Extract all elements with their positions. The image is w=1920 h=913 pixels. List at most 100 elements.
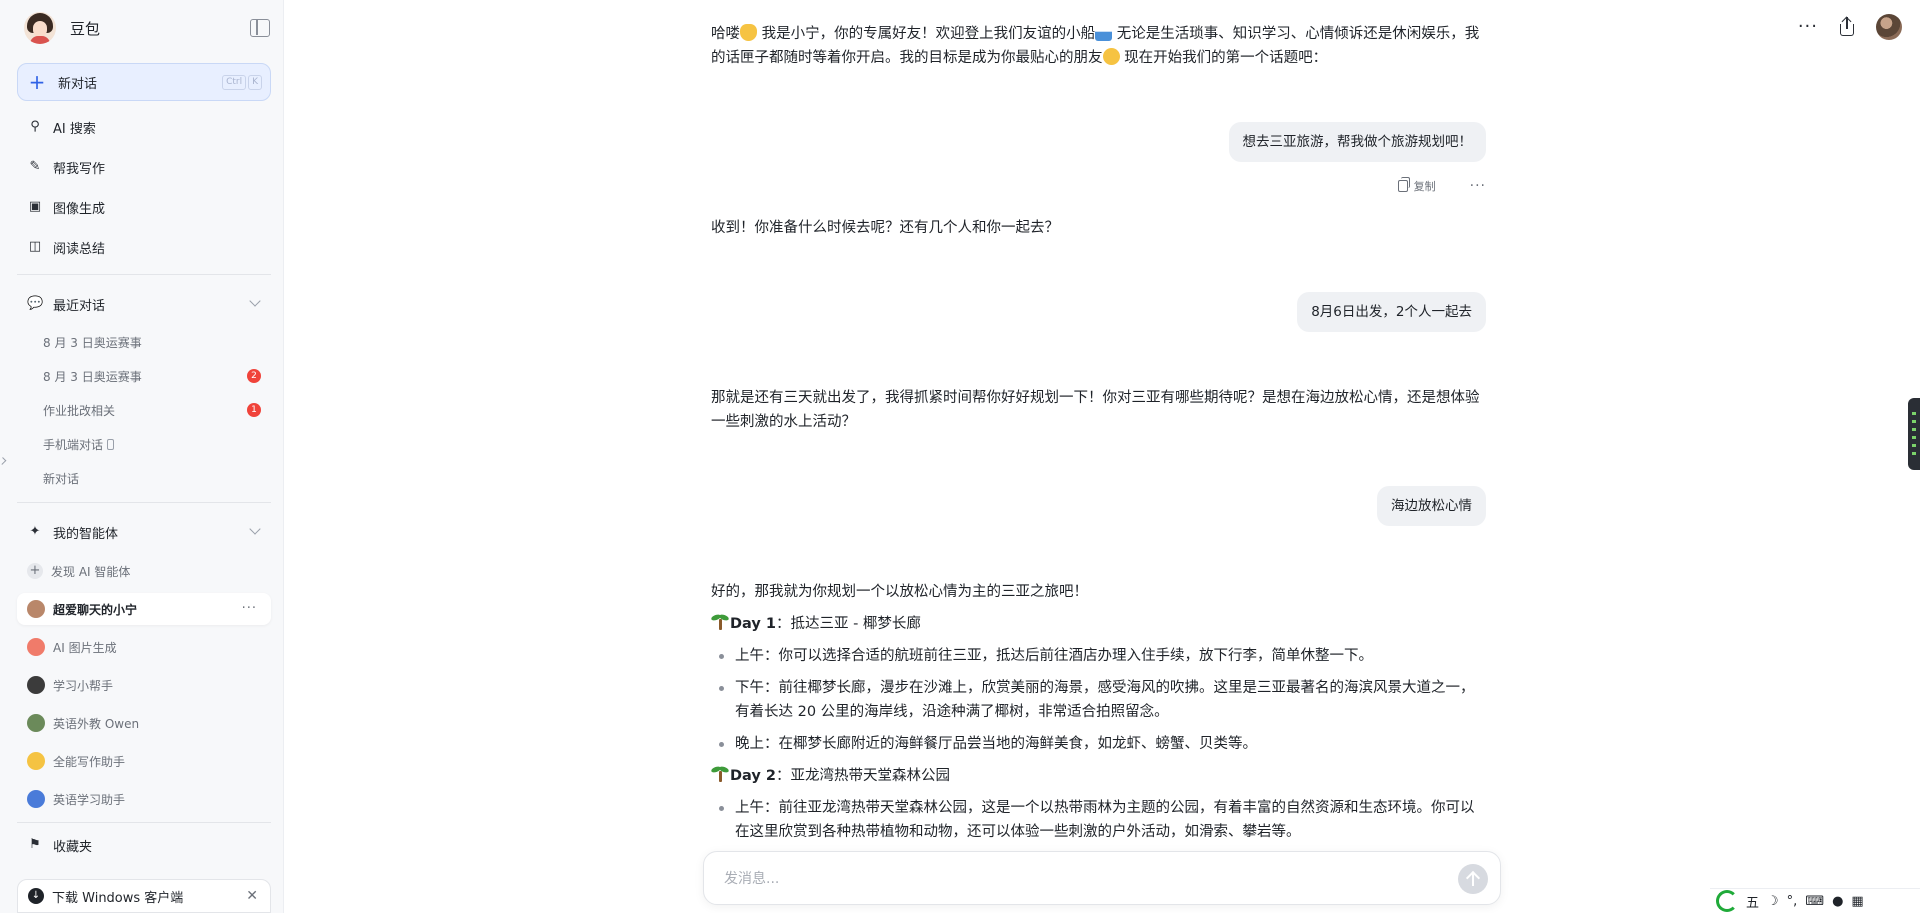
divider	[17, 274, 271, 275]
phone-icon	[107, 438, 115, 450]
plus-icon: +	[28, 70, 46, 94]
list-item-text: 上午：前往亚龙湾热带天堂森林公园，这是一个以热带雨林为主题的公园，有着丰富的自然…	[735, 800, 1475, 840]
chat-bubble-icon: 💬	[27, 296, 44, 311]
nav-reading-label: 阅读总结	[53, 241, 106, 257]
sparkle-icon: ✦	[29, 524, 41, 539]
recent-item[interactable]: 作业批改相关 1	[43, 398, 271, 422]
agent-avatar	[27, 600, 45, 618]
ime-logo-icon[interactable]	[1716, 890, 1738, 912]
agents-section-toggle[interactable]: ✦ 我的智能体	[17, 516, 271, 548]
agent-label: 全能写作助手	[53, 754, 126, 769]
more-icon[interactable]: ···	[1470, 178, 1486, 194]
day-heading: Day 1：抵达三亚 - 椰梦长廊	[710, 612, 921, 636]
shortcut-hint: Ctrl K	[222, 75, 262, 90]
shortcut-key-ctrl: Ctrl	[222, 75, 247, 90]
agent-item-study-helper[interactable]: 学习小帮手	[17, 669, 271, 701]
punctuation-icon[interactable]: °,	[1787, 894, 1798, 909]
user-message-text: 8月6日出发，2个人一起去	[1311, 304, 1472, 320]
side-volume-widget[interactable]	[1908, 398, 1920, 470]
recent-item-label: 手机端对话	[43, 437, 104, 452]
boat-emoji-icon	[1095, 24, 1113, 41]
recent-item[interactable]: 8 月 3 日奥运赛事	[43, 330, 271, 354]
recent-item[interactable]: 8 月 3 日奥运赛事 2	[43, 364, 271, 388]
agent-label: 英语外教 Owen	[53, 716, 140, 731]
nav-reading[interactable]: ◫ 阅读总结	[17, 231, 271, 263]
agent-item-image-gen[interactable]: AI 图片生成	[17, 631, 271, 663]
image-icon: ▣	[28, 199, 42, 214]
bot-message: 收到！你准备什么时候去呢？还有几个人和你一起去？	[711, 216, 1487, 240]
agent-avatar	[27, 714, 45, 732]
bot-message-text: 收到！你准备什么时候去呢？还有几个人和你一起去？	[711, 220, 1059, 236]
system-tray: 五 ☽ °, ⌨ ● ▦	[1710, 888, 1920, 913]
recent-item[interactable]: 手机端对话	[43, 432, 271, 456]
grid-icon[interactable]: ▦	[1851, 894, 1863, 909]
bookmark-icon: ⚑	[29, 837, 41, 852]
recent-item-label: 作业批改相关	[43, 403, 116, 418]
close-icon[interactable]: ✕	[246, 888, 258, 904]
discover-agents-button[interactable]: + 发现 AI 智能体	[17, 555, 271, 587]
divider	[17, 502, 271, 503]
send-button[interactable]	[1458, 864, 1488, 894]
agent-label: 超爱聊天的小宁	[53, 602, 138, 617]
app-name: 豆包	[70, 19, 101, 38]
greeting-text: 现在开始我们的第一个话题吧：	[1119, 50, 1328, 66]
recent-item[interactable]: 新对话	[43, 466, 271, 490]
agent-item-writing-assistant[interactable]: 全能写作助手	[17, 745, 271, 777]
wave-hand-emoji-icon	[740, 24, 757, 41]
greeting-text: 哈喽	[711, 26, 740, 42]
user-avatar[interactable]	[1876, 14, 1902, 40]
agent-item-xiaoning[interactable]: 超爱聊天的小宁 ···	[17, 593, 271, 625]
divider	[17, 822, 271, 823]
nav-ai-search[interactable]: ⚲ AI 搜索	[17, 111, 271, 143]
bot-message: 哈喽 我是小宁，你的专属好友！欢迎登上我们友谊的小船 无论是生活琐事、知识学习、…	[711, 22, 1487, 70]
day-heading: Day 2：亚龙湾热带天堂森林公园	[710, 764, 950, 788]
keyboard-icon[interactable]: ⌨	[1805, 894, 1824, 909]
list-item-text: 下午：前往椰梦长廊，漫步在沙滩上，欣赏美丽的海景，感受海风的吹拂。这里是三亚最著…	[735, 680, 1475, 720]
nav-image-gen[interactable]: ▣ 图像生成	[17, 191, 271, 223]
user-message-text: 海边放松心情	[1391, 498, 1472, 514]
new-chat-label: 新对话	[58, 76, 98, 92]
agent-avatar	[27, 638, 45, 656]
agent-item-english-owen[interactable]: 英语外教 Owen	[17, 707, 271, 739]
nav-image-gen-label: 图像生成	[53, 201, 106, 217]
message-input[interactable]	[724, 868, 1404, 890]
palm-tree-icon	[710, 765, 730, 782]
list-item: 晚上：在椰梦长廊附近的海鲜餐厅品尝当地的海鲜美食，如龙虾、螃蟹、贝类等。	[711, 732, 1487, 756]
bot-message: 好的，那我就为你规划一个以放松心情为主的三亚之旅吧！	[711, 580, 1487, 604]
new-chat-button[interactable]: + 新对话 Ctrl K	[17, 63, 271, 101]
copy-button[interactable]: 复制	[1397, 177, 1436, 194]
moon-icon[interactable]: ☽	[1767, 894, 1779, 909]
recent-item-label: 新对话	[43, 471, 80, 486]
share-icon[interactable]	[1838, 16, 1856, 37]
favorites-link[interactable]: ⚑ 收藏夹	[17, 829, 271, 861]
recent-section-toggle[interactable]: 💬 最近对话	[17, 288, 271, 320]
nav-writing[interactable]: ✎ 帮我写作	[17, 151, 271, 183]
user-message: 海边放松心情	[1377, 486, 1486, 526]
download-icon: ↓	[28, 888, 44, 904]
day-title: Day 2	[730, 768, 776, 784]
more-options-icon[interactable]: ···	[1798, 18, 1818, 36]
favorites-label: 收藏夹	[53, 839, 93, 855]
agent-avatar	[27, 752, 45, 770]
day-title: Day 1	[730, 616, 776, 632]
download-label: 下载 Windows 客户端	[52, 890, 184, 906]
agent-item-english-study[interactable]: 英语学习助手	[17, 783, 271, 815]
search-icon: ⚲	[30, 119, 40, 134]
user-icon[interactable]: ●	[1832, 894, 1843, 909]
recent-section-label: 最近对话	[53, 298, 106, 314]
bot-message-text: 那就是还有三天就出发了，我得抓紧时间帮你好好规划一下！你对三亚有哪些期待呢？是想…	[711, 390, 1480, 430]
recent-item-label: 8 月 3 日奥运赛事	[43, 369, 142, 384]
ime-mode[interactable]: 五	[1746, 892, 1759, 911]
day-description: ：亚龙湾热带天堂森林公园	[775, 768, 950, 784]
more-icon[interactable]: ···	[242, 601, 257, 616]
app-avatar[interactable]	[24, 12, 56, 44]
greeting-text: 我是小宁，你的专属好友！欢迎登上我们友谊的小船	[757, 26, 1096, 42]
smile-emoji-icon	[1102, 48, 1120, 65]
reader-icon: ◫	[28, 239, 42, 254]
palm-tree-icon	[710, 613, 730, 630]
unread-badge: 2	[247, 369, 261, 383]
sidebar-collapse-icon[interactable]	[250, 19, 270, 37]
download-client-banner[interactable]: ↓ 下载 Windows 客户端 ✕	[17, 879, 271, 913]
bot-message: 那就是还有三天就出发了，我得抓紧时间帮你好好规划一下！你对三亚有哪些期待呢？是想…	[711, 386, 1487, 434]
chevron-down-icon	[249, 295, 261, 307]
